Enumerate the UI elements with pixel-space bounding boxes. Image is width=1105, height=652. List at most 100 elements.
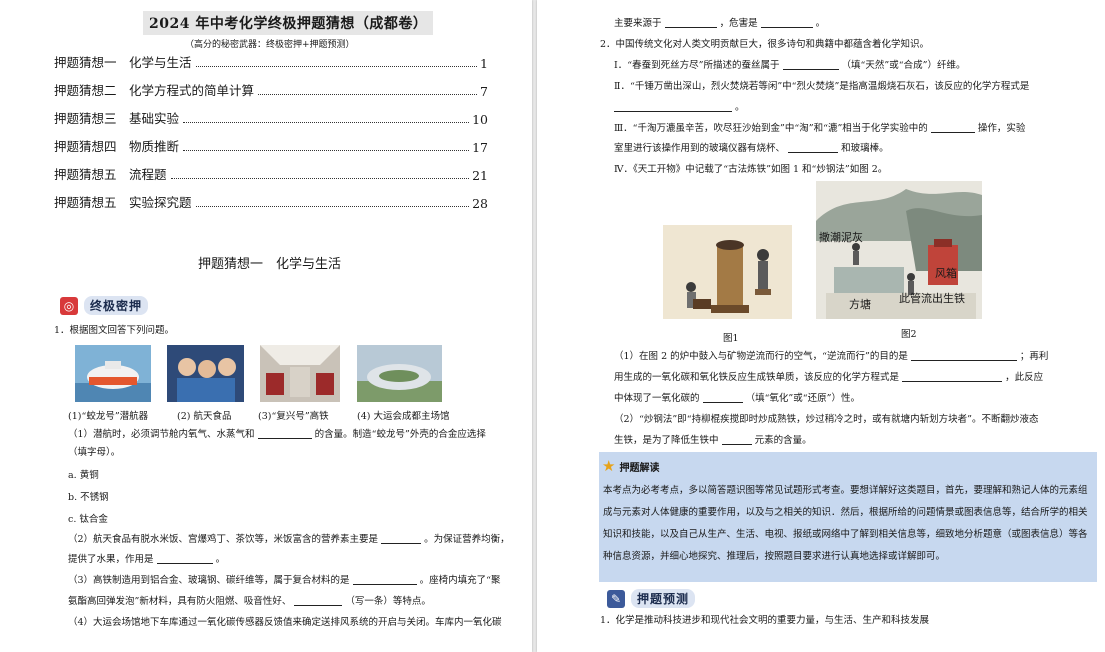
toc-leader [170,178,470,179]
answer-blank[interactable] [352,574,417,585]
toc-page-number: 1 [480,56,488,71]
document-page-right: 主要来源于 ，危害是 。 2．中国传统文化对人类文明贡献巨大，很多诗句和典籍中都… [537,0,1105,652]
answer-blank[interactable] [702,392,743,403]
high-speed-train-image [260,345,340,402]
toc-page-number: 10 [472,112,488,127]
document-title: 2024 年中考化学终极押题猜想（成都卷） [143,11,434,35]
toc-number: 押题猜想二 [54,83,117,98]
answer-blank[interactable] [910,350,1017,361]
question-text-segment: Ⅲ．“千淘万漉虽辛苦，吹尽狂沙始到金”中“淘”和“漉”相当于化学实验中的 [614,123,928,134]
prediction-banner: ✎ 押题预测 [607,589,696,608]
question-text-segment: 。 [735,102,745,113]
question-text-segment: （1）在图 2 的炉中鼓入与矿物逆流而行的空气，“逆流而行”的目的是 [614,351,908,362]
figure-annotation: 撒潮泥灰 [819,231,863,244]
toc-number: 押题猜想五 [54,195,117,210]
toc-page-number: 17 [472,140,488,155]
question-text-segment: 氨酯高回弹发泡”新材料，具有防火阻燃、吸音性好、 [68,596,292,607]
question-text-segment: 中体现了一氧化碳的 [614,393,700,404]
option-item: b. 不锈钢 [68,492,109,503]
toc-row[interactable]: 押题猜想二 化学方程式的简单计算 7 [54,81,488,99]
figure-label: 图1 [723,333,739,344]
document-subtitle: （高分的秘密武器：终极密押+押题预测） [185,40,355,50]
question-text-segment: （写一条）等特点。 [345,596,431,607]
answer-blank[interactable] [760,17,813,28]
question-text: Ⅱ．“千锤万凿出深山，烈火焚烧若等闲”中“烈火焚烧”是指高温煅烧石灰石，该反应的… [614,81,1030,92]
toc-number: 押题猜想四 [54,139,117,154]
question-text: （3）高铁制造用到铝合金、玻璃钢、碳纤维等，属于复合材料的是 。座椅内填充了“聚 [68,574,500,587]
document-page-left: 2024 年中考化学终极押题猜想（成都卷） （高分的秘密武器：终极密押+押题预测… [0,0,532,652]
toc-page-number: 7 [480,84,488,99]
question-text-segment: 。 [815,18,826,29]
option-item: a. 黄铜 [68,470,99,481]
question-text: 。 [614,101,745,114]
figure-annotation: 此管流出生铁 [899,292,965,305]
toc-row[interactable]: 押题猜想五 实验探究题 28 [54,193,488,211]
question-text: 生铁，是为了降低生铁中 元素的含量。 [614,434,812,447]
image-caption: (3)“复兴号”高铁 [258,411,329,422]
answer-blank[interactable] [614,101,732,112]
analysis-box: ★ 押题解读 本考点为必考考点，多以简答题识图等常见试题形式考查。要想详解好这类… [599,452,1097,582]
question-text-segment: 和玻璃棒。 [841,143,889,154]
toc-topic: 化学与生活 [129,55,192,70]
question-text: （填字母）。 [68,447,121,458]
question-intro: 1．根据图文回答下列问题。 [54,325,175,336]
banner-label: 终极密押 [84,296,149,315]
question-text: 室里进行该操作用到的玻璃仪器有烧杯、 和玻璃棒。 [614,142,889,155]
question-text-segment: 用生成的一氧化碳和氧化铁反应生成铁单质，该反应的化学方程式是 [614,372,900,383]
question-text: （2）航天食品有脱水米饭、宫爆鸡丁、茶饮等，米饭富含的营养素主要是 。为保证营养… [68,533,510,546]
toc-row[interactable]: 押题猜想一 化学与生活 1 [54,53,488,71]
question-text-segment: 操作，实验 [977,123,1026,134]
answer-blank[interactable] [930,122,975,133]
question-text-segment: （2）航天食品有脱水米饭、宫爆鸡丁、茶饮等，米饭富含的营养素主要是 [68,534,379,545]
stadium-image [357,345,442,402]
question-text-segment: （3）高铁制造用到铝合金、玻璃钢、碳纤维等，属于复合材料的是 [68,575,350,586]
toc-page-number: 28 [472,196,488,211]
toc-row[interactable]: 押题猜想三 基础实验 10 [54,109,488,127]
submersible-image [75,345,151,402]
question-text: 主要来源于 ，危害是 。 [614,17,825,30]
question-text-segment: 的含量。制造“蛟龙号”外壳的合金应选择 [314,429,486,440]
toc-leader [258,94,478,95]
toc-leader [183,122,470,123]
toc-leader [195,66,478,67]
toc-number: 押题猜想五 [54,167,117,182]
toc-page-number: 21 [472,168,488,183]
answer-blank[interactable] [381,533,422,544]
question-text: 提供了水果，作用是 。 [68,553,225,566]
answer-blank[interactable] [664,17,717,28]
question-text-segment: 主要来源于 [614,18,662,29]
target-icon: ◎ [60,296,78,315]
answer-blank[interactable] [257,428,312,439]
image-caption: (4) 大运会成都主场馆 [357,411,450,422]
question-text: 中体现了一氧化碳的 （填“氧化”或“还原”）性。 [614,392,860,405]
answer-blank[interactable] [294,595,343,606]
toc-row[interactable]: 押题猜想四 物质推断 17 [54,137,488,155]
toc-number: 押题猜想三 [54,111,117,126]
toc-number: 押题猜想一 [54,55,117,70]
question-intro: 2．中国传统文化对人类文明贡献巨大，很多诗句和典籍中都蕴含着化学知识。 [600,39,930,50]
answer-blank[interactable] [782,59,839,70]
question-text: （2）“炒钢法”即“持柳棍疾搅即时炒成熟铁，炒过稍冷之时，或有就塘内斩划方块者”… [614,414,1039,425]
option-item: c. 钛合金 [68,514,108,525]
toc-row[interactable]: 押题猜想五 流程题 21 [54,165,488,183]
section-heading: 押题猜想一 化学与生活 [198,257,342,272]
final-prediction-banner: ◎ 终极密押 [60,296,149,315]
answer-blank[interactable] [902,371,1003,382]
analysis-text: 本考点为必考考点，多以简答题识图等常见试题形式考查。要想详解好这类题目，首先，要… [603,485,1088,562]
answer-blank[interactable] [788,142,839,153]
question-text: Ⅰ．“春蚕到死丝方尽”所描述的蚕丝属于 （填“天然”或“合成”）纤维。 [614,59,965,72]
toc-topic: 基础实验 [129,111,180,126]
question-text: Ⅳ．《天工开物》中记载了“古法炼铁”如图 1 和“炒钢法”如图 2。 [614,164,888,175]
answer-blank[interactable] [156,553,213,564]
analysis-header: ★ 押题解读 [602,457,659,475]
question-text-segment: 提供了水果，作用是 [68,554,154,565]
question-text: 氨酯高回弹发泡”新材料，具有防火阻燃、吸音性好、 （写一条）等特点。 [68,595,431,608]
question-text-segment: Ⅰ．“春蚕到死丝方尽”所描述的蚕丝属于 [614,60,780,71]
toc-leader [195,206,470,207]
question-text-segment: 。为保证营养均衡， [424,534,510,545]
question-text-segment: （1）潜航时，必须调节舱内氧气、水蒸气和 [68,429,255,440]
question-text-segment: （填“氧化”或“还原”）性。 [745,393,861,404]
star-icon: ★ [602,457,616,475]
answer-blank[interactable] [721,434,752,445]
question-text: Ⅲ．“千淘万漉虽辛苦，吹尽狂沙始到金”中“淘”和“漉”相当于化学实验中的 操作，… [614,122,1025,135]
